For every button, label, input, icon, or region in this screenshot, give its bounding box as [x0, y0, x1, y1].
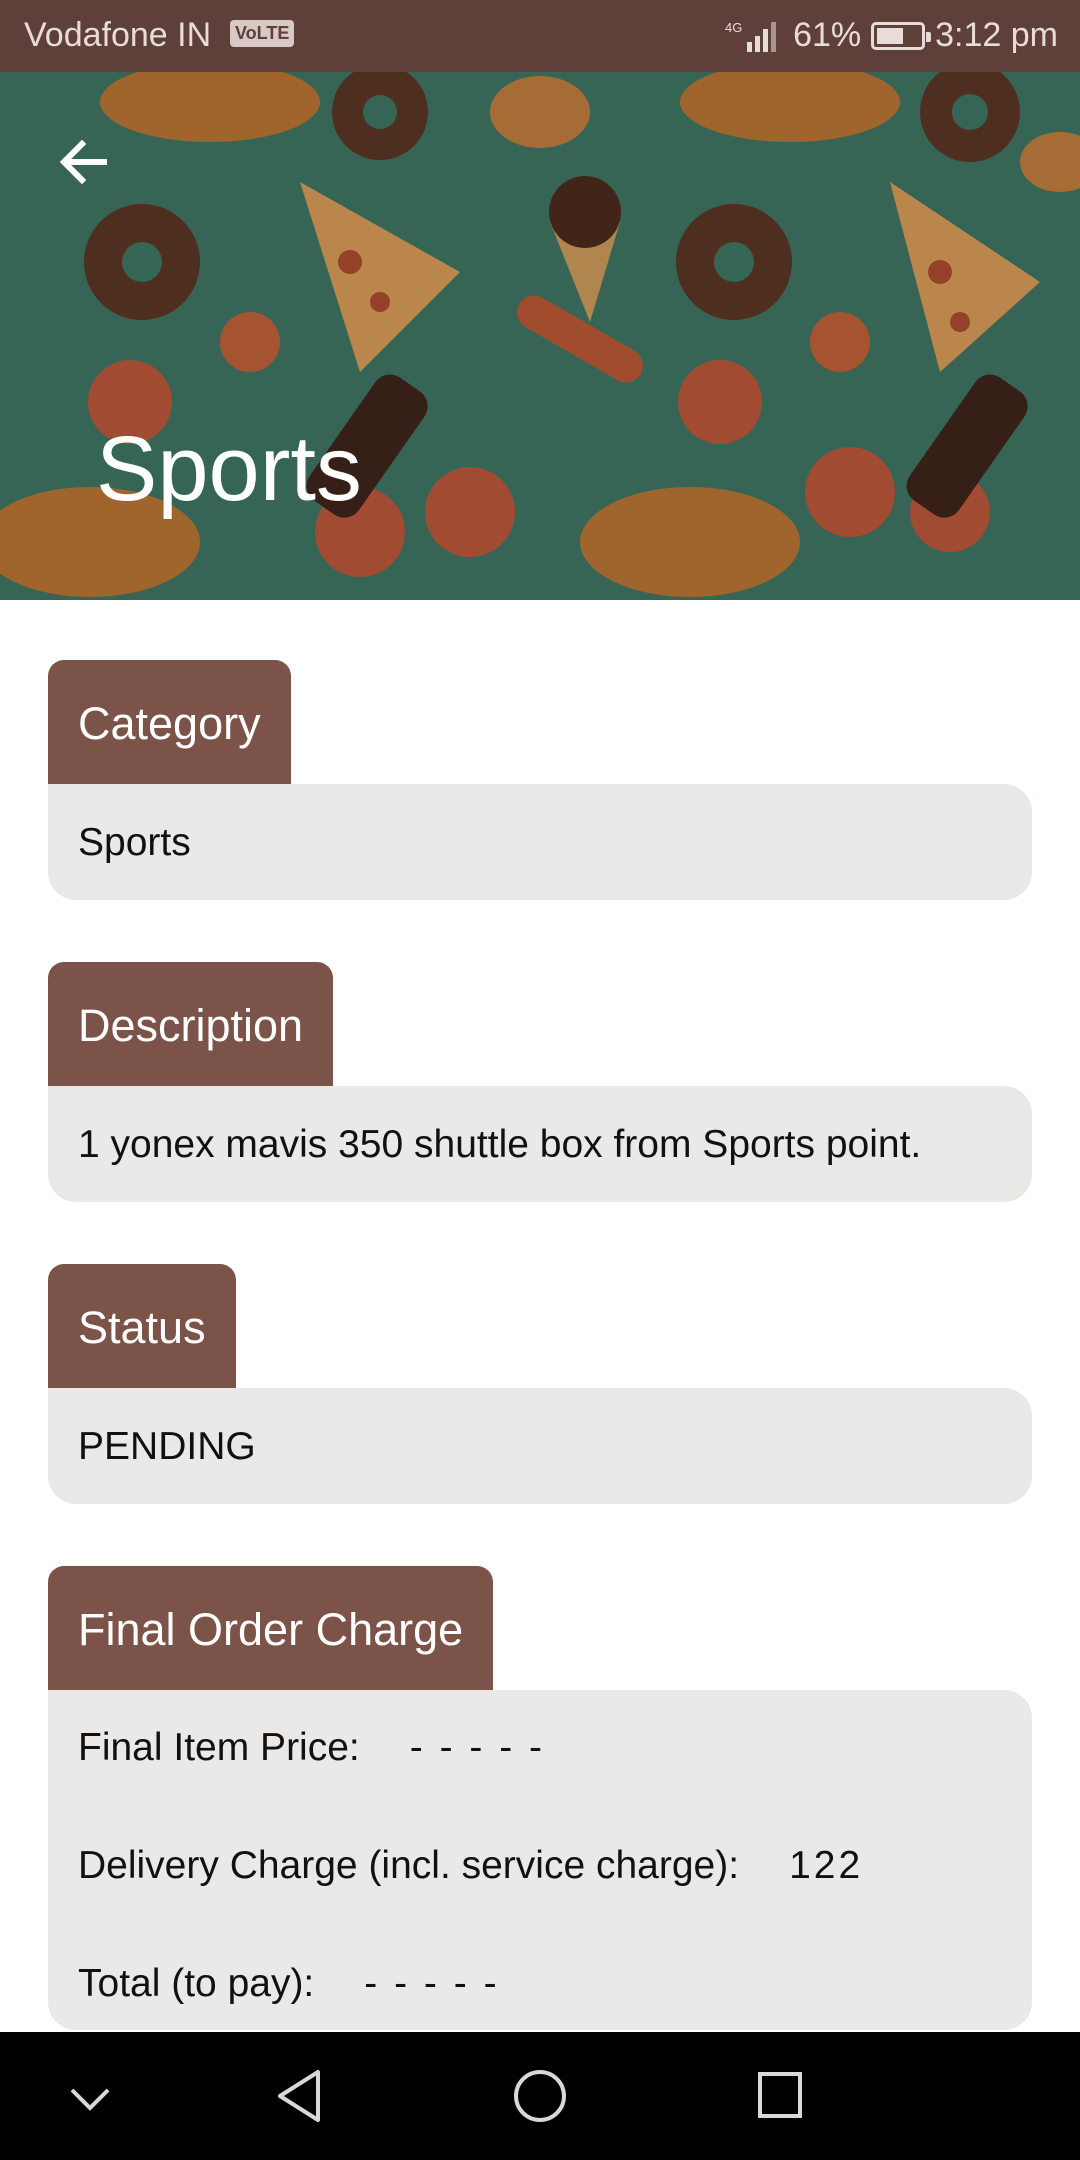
- category-section: Category Sports: [48, 660, 1032, 900]
- network-type: 4G: [725, 20, 742, 35]
- chevron-down-icon[interactable]: [60, 2032, 120, 2160]
- header-banner: Sports: [0, 72, 1080, 600]
- final-order-charge-section: Final Order Charge Final Item Price: - - …: [48, 1566, 1032, 2030]
- carrier-name: Vodafone IN: [24, 16, 212, 54]
- status-bar: Vodafone IN VoLTE 4G 61% 3:12 pm: [0, 0, 1080, 72]
- final-item-price-value: - - - - -: [409, 1726, 546, 1769]
- delivery-charge-label: Delivery Charge (incl. service charge):: [78, 1844, 740, 1887]
- signal-icon: 4G: [725, 20, 777, 52]
- final-item-price-row: Final Item Price: - - - - -: [78, 1718, 1002, 1836]
- recents-square-icon[interactable]: [750, 2032, 810, 2160]
- system-nav-bar: [0, 2032, 1080, 2160]
- battery-fill: [877, 27, 904, 44]
- home-circle-icon[interactable]: [508, 2032, 572, 2160]
- description-label: Description: [48, 962, 334, 1086]
- status-label: Status: [48, 1264, 236, 1388]
- back-triangle-icon[interactable]: [270, 2032, 330, 2160]
- total-value: - - - - -: [364, 1962, 500, 2005]
- page-title: Sports: [96, 418, 362, 520]
- delivery-charge-value: 122: [789, 1844, 864, 1887]
- category-value: Sports: [48, 784, 1032, 900]
- description-value: 1 yonex mavis 350 shuttle box from Sport…: [48, 1086, 1032, 1202]
- volte-badge: VoLTE: [230, 20, 295, 47]
- arrow-left-icon[interactable]: [48, 126, 120, 198]
- delivery-charge-row: Delivery Charge (incl. service charge): 1…: [78, 1836, 1002, 1954]
- final-item-price-label: Final Item Price:: [78, 1726, 360, 1769]
- battery-percent: 61%: [793, 16, 862, 54]
- status-section: Status PENDING: [48, 1264, 1032, 1504]
- category-label: Category: [48, 660, 291, 784]
- battery-icon: [871, 21, 932, 50]
- description-section: Description 1 yonex mavis 350 shuttle bo…: [48, 962, 1032, 1202]
- clock: 3:12 pm: [935, 16, 1058, 54]
- status-value: PENDING: [48, 1388, 1032, 1504]
- final-order-charge-label: Final Order Charge: [48, 1566, 494, 1690]
- total-label: Total (to pay):: [78, 1962, 315, 2005]
- charge-breakdown: Final Item Price: - - - - - Delivery Char…: [48, 1690, 1032, 2030]
